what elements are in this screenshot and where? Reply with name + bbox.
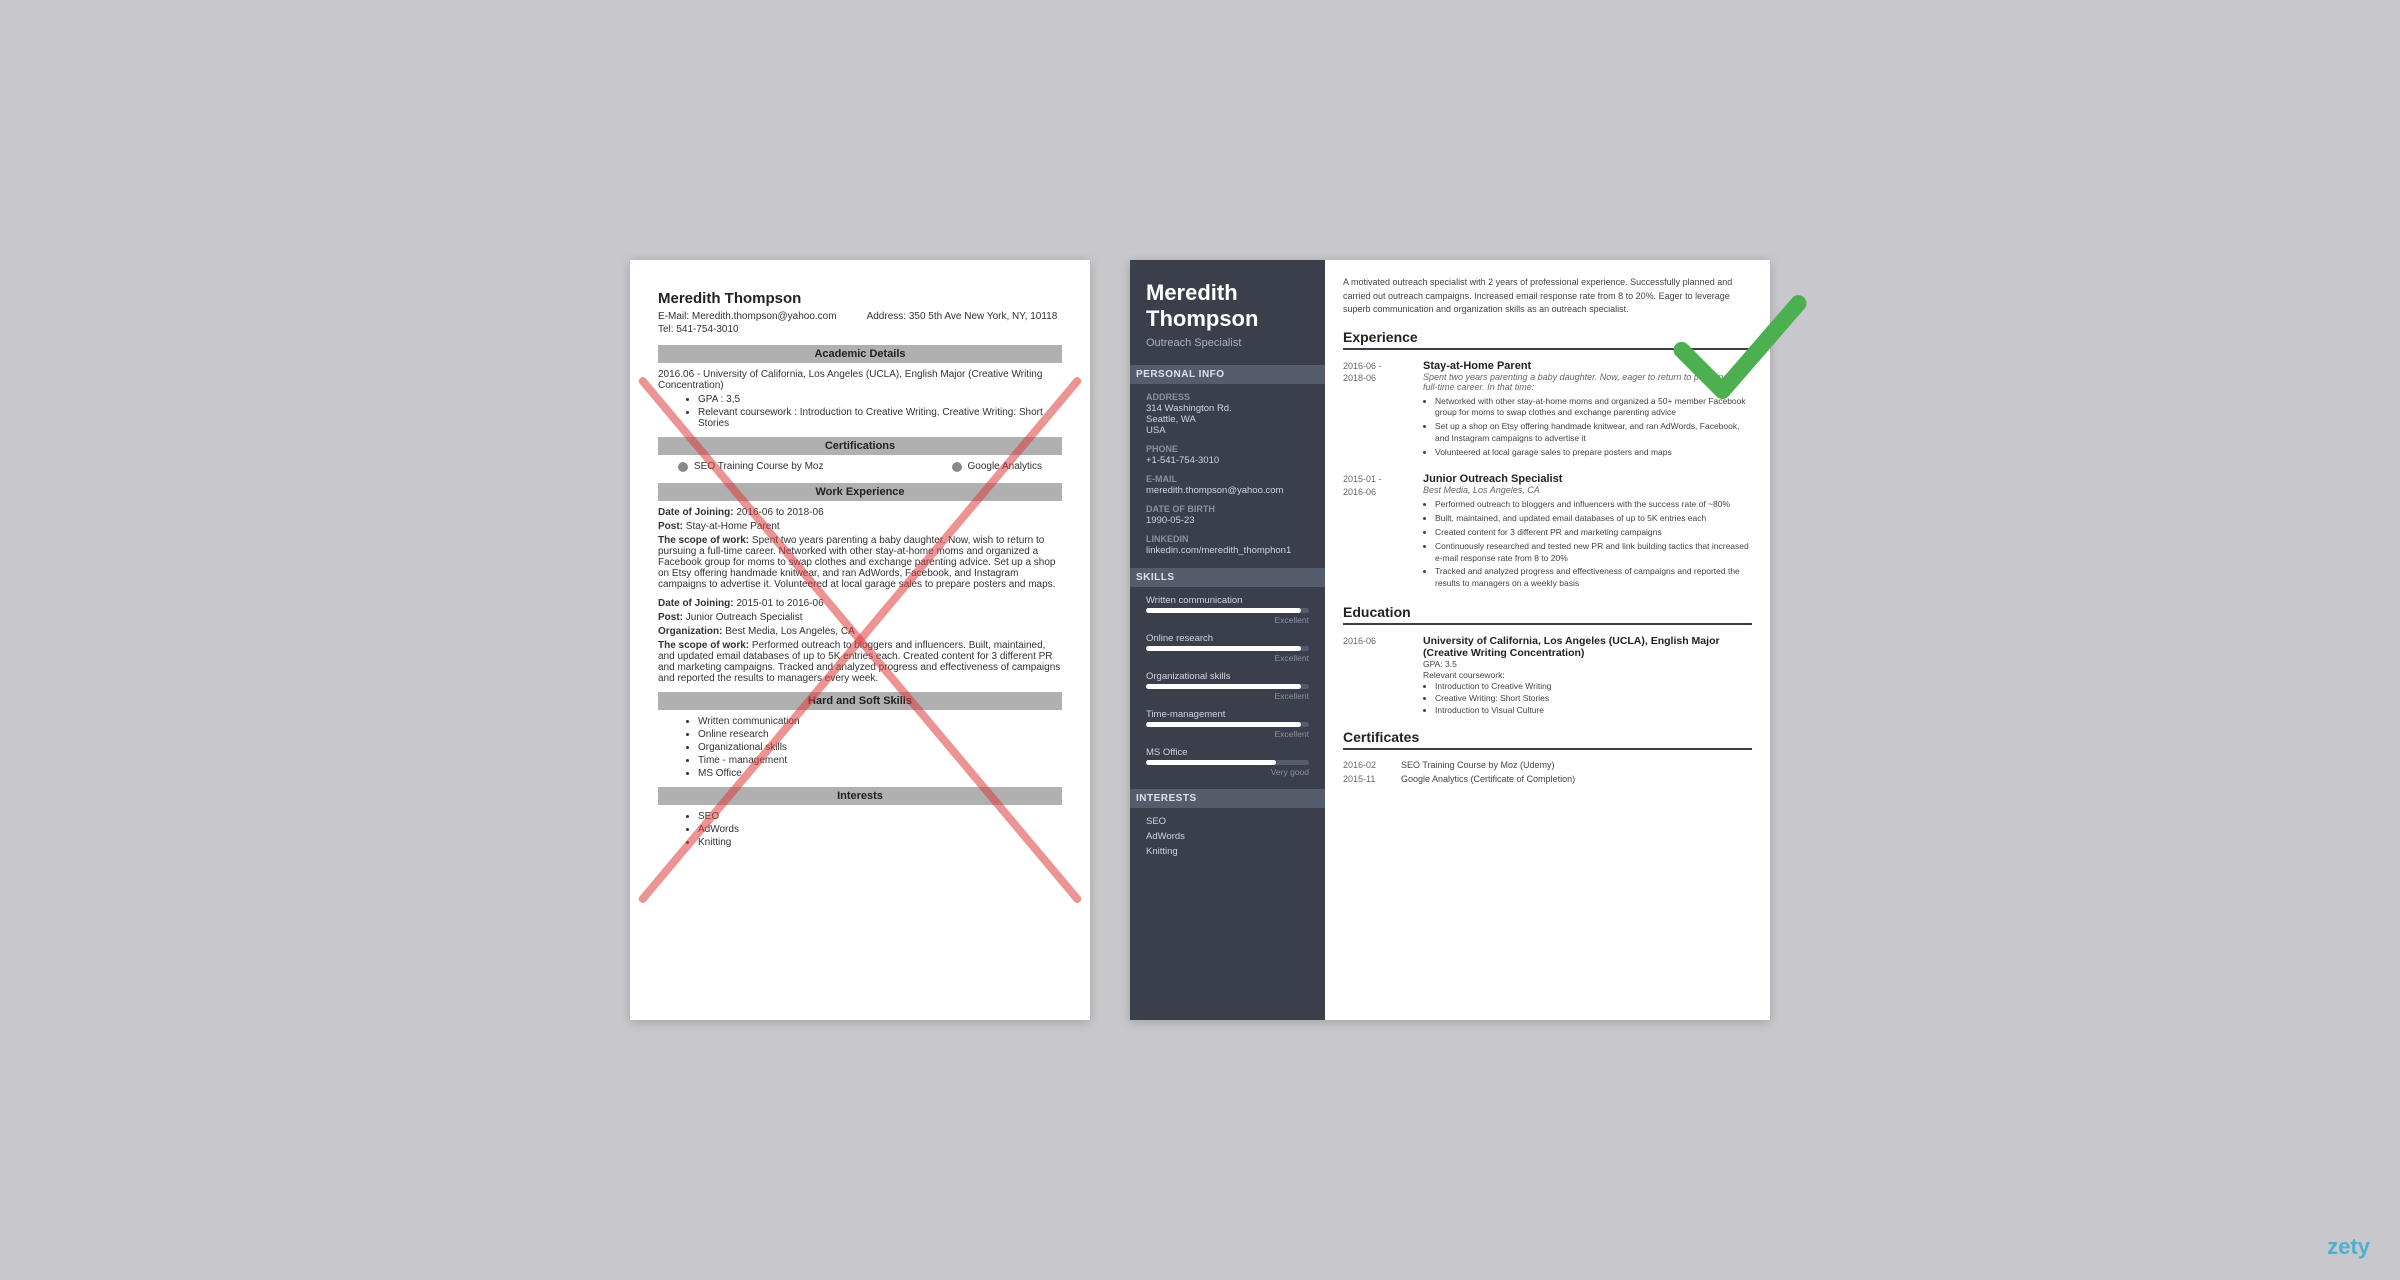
email-value: meredith.thompson@yahoo.com — [1146, 485, 1309, 496]
interest-seo: SEO — [1146, 816, 1309, 827]
address-value: 314 Washington Rd. Seattle, WA USA — [1146, 403, 1309, 436]
skill-bar-online — [1146, 646, 1301, 651]
check-icon — [1670, 280, 1810, 420]
skill-bar-time — [1146, 722, 1301, 727]
good-resume: Meredith Thompson Outreach Specialist Pe… — [1130, 260, 1770, 1020]
job2-bullet-4: Continuously researched and tested new P… — [1435, 541, 1752, 565]
interest-knitting: Knitting — [1146, 846, 1309, 857]
bad-job2-org: Organization: Best Media, Los Angeles, C… — [658, 626, 1062, 637]
bad-job1-date: Date of Joining: 2016-06 to 2018-06 — [658, 507, 1062, 518]
skill-ms: MS Office Very good — [1146, 747, 1309, 777]
interests-section-title: Interests — [1130, 789, 1325, 808]
dob-value: 1990-05-23 — [1146, 515, 1309, 526]
cert1-name: SEO Training Course by Moz (Udemy) — [1401, 760, 1555, 770]
skill-time: Time-management Excellent — [1146, 709, 1309, 739]
good-title: Outreach Specialist — [1146, 337, 1309, 349]
job2-bullet-2: Built, maintained, and updated email dat… — [1435, 513, 1752, 525]
bad-skill-5: MS Office — [698, 768, 1062, 779]
job2-title: Junior Outreach Specialist — [1423, 473, 1752, 485]
bad-address: Address: 350 5th Ave New York, NY, 10118 — [867, 311, 1058, 322]
good-resume-sidebar: Meredith Thompson Outreach Specialist Pe… — [1130, 260, 1325, 1020]
interest-adwords: AdWords — [1146, 831, 1309, 842]
edu-coursework-label: Relevant coursework: — [1423, 670, 1752, 680]
bad-job1-post: Post: Stay-at-Home Parent — [658, 521, 1062, 532]
edu-gpa: GPA: 3.5 — [1423, 659, 1752, 669]
zety-brand: zety — [2327, 1234, 2370, 1260]
bad-work-title: Work Experience — [658, 483, 1062, 501]
bad-resume-name: Meredith Thompson — [658, 290, 1062, 307]
bad-interest-3: Knitting — [698, 837, 1062, 848]
skill-bar-ms — [1146, 760, 1276, 765]
bad-skill-1: Written communication — [698, 716, 1062, 727]
cert2-name: Google Analytics (Certificate of Complet… — [1401, 774, 1575, 784]
edu-course-1: Introduction to Creative Writing — [1435, 681, 1752, 691]
bad-resume: Meredith Thompson E-Mail: Meredith.thomp… — [630, 260, 1090, 1020]
job2-bullet-3: Created content for 3 different PR and m… — [1435, 527, 1752, 539]
skill-written: Written communication Excellent — [1146, 595, 1309, 625]
dob-label: Date of birth — [1146, 504, 1309, 514]
skill-bar-written — [1146, 608, 1301, 613]
bad-academic-detail: 2016.06 - University of California, Los … — [658, 369, 1062, 391]
edu-course-2: Creative Writing: Short Stories — [1435, 693, 1752, 703]
job1-bullet-2: Set up a shop on Etsy offering handmade … — [1435, 421, 1752, 445]
bad-skill-3: Organizational skills — [698, 742, 1062, 753]
job2-bullet-1: Performed outreach to bloggers and influ… — [1435, 499, 1752, 511]
bad-cert1: SEO Training Course by Moz — [694, 461, 824, 472]
bad-cert2: Google Analytics — [968, 461, 1043, 472]
bad-academic-title: Academic Details — [658, 345, 1062, 363]
skill-org: Organizational skills Excellent — [1146, 671, 1309, 701]
edu-course-3: Introduction to Visual Culture — [1435, 705, 1752, 715]
personal-info-title: Personal Info — [1130, 365, 1325, 384]
address-label: Address — [1146, 392, 1309, 402]
bad-skill-4: Time - management — [698, 755, 1062, 766]
bad-skill-2: Online research — [698, 729, 1062, 740]
bad-interest-2: AdWords — [698, 824, 1062, 835]
bad-job2-post: Post: Junior Outreach Specialist — [658, 612, 1062, 623]
skill-bar-org — [1146, 684, 1301, 689]
bad-interests-title: Interests — [658, 787, 1062, 805]
bad-tel: Tel: 541-754-3010 — [658, 324, 1062, 335]
education-block: 2016-06 University of California, Los An… — [1343, 635, 1752, 717]
page-container: Meredith Thompson E-Mail: Meredith.thomp… — [590, 220, 1810, 1060]
job2-company: Best Media, Los Angeles, CA — [1423, 485, 1752, 495]
job2-bullets: Performed outreach to bloggers and influ… — [1423, 499, 1752, 590]
education-title: Education — [1343, 604, 1752, 625]
bad-job2-scope: The scope of work: Performed outreach to… — [658, 640, 1062, 684]
edu-date: 2016-06 — [1343, 635, 1413, 717]
bad-coursework: Relevant coursework : Introduction to Cr… — [698, 407, 1062, 429]
cert-row-2: 2015-11 Google Analytics (Certificate of… — [1343, 774, 1752, 784]
bad-gpa: GPA : 3,5 — [698, 394, 1062, 405]
bad-resume-contact: E-Mail: Meredith.thompson@yahoo.com Addr… — [658, 311, 1062, 322]
phone-label: Phone — [1146, 444, 1309, 454]
cert1-date: 2016-02 — [1343, 760, 1393, 770]
linkedin-value: linkedin.com/meredith_thomphon1 — [1146, 545, 1309, 556]
email-label: E-mail — [1146, 474, 1309, 484]
job1-bullet-3: Volunteered at local garage sales to pre… — [1435, 447, 1752, 459]
edu-name: University of California, Los Angeles (U… — [1423, 635, 1752, 659]
certificates-title: Certificates — [1343, 729, 1752, 750]
bad-job2-date: Date of Joining: 2015-01 to 2016-06 — [658, 598, 1062, 609]
cert2-date: 2015-11 — [1343, 774, 1393, 784]
job1-date: 2016-06 - 2018-06 — [1343, 360, 1413, 461]
job2-date: 2015-01 - 2016-06 — [1343, 473, 1413, 592]
cert-row-1: 2016-02 SEO Training Course by Moz (Udem… — [1343, 760, 1752, 770]
skills-section-title: Skills — [1130, 568, 1325, 587]
job-2: 2015-01 - 2016-06 Junior Outreach Specia… — [1343, 473, 1752, 592]
phone-value: +1-541-754-3010 — [1146, 455, 1309, 466]
bad-email-label: E-Mail: Meredith.thompson@yahoo.com — [658, 311, 837, 322]
job2-bullet-5: Tracked and analyzed progress and effect… — [1435, 566, 1752, 590]
linkedin-label: Linkedin — [1146, 534, 1309, 544]
bad-cert-title: Certifications — [658, 437, 1062, 455]
bad-skills-title: Hard and Soft Skills — [658, 692, 1062, 710]
good-name: Meredith Thompson — [1146, 280, 1309, 333]
bad-job1-scope: The scope of work: Spent two years paren… — [658, 535, 1062, 590]
skill-online: Online research Excellent — [1146, 633, 1309, 663]
bad-cert-row: SEO Training Course by Moz Google Analyt… — [658, 461, 1062, 475]
bad-interest-1: SEO — [698, 811, 1062, 822]
